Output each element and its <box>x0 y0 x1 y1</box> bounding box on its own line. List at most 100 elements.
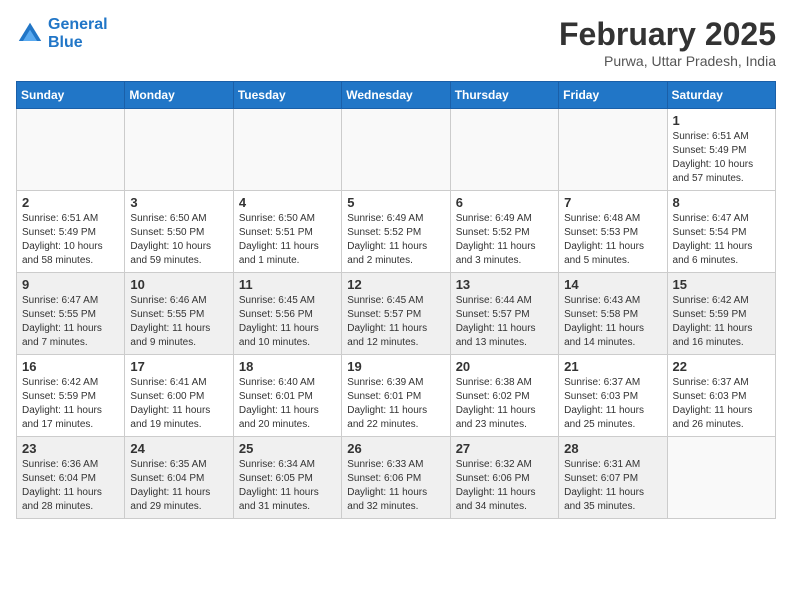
day-info: Sunrise: 6:49 AM Sunset: 5:52 PM Dayligh… <box>347 212 444 268</box>
weekday-header: Thursday <box>450 82 558 109</box>
day-number: 6 <box>456 195 553 210</box>
day-info: Sunrise: 6:50 AM Sunset: 5:50 PM Dayligh… <box>130 212 227 268</box>
calendar-day-cell: 26 Sunrise: 6:33 AM Sunset: 6:06 PM Dayli… <box>342 437 450 519</box>
day-number: 7 <box>564 195 661 210</box>
calendar-day-cell: 21 Sunrise: 6:37 AM Sunset: 6:03 PM Dayli… <box>559 355 667 437</box>
day-info: Sunrise: 6:39 AM Sunset: 6:01 PM Dayligh… <box>347 376 444 432</box>
logo: General Blue <box>16 16 108 51</box>
day-number: 20 <box>456 359 553 374</box>
calendar-day-cell: 2Sunrise: 6:51 AM Sunset: 5:49 PM Daylig… <box>17 191 125 273</box>
calendar-week-row: 9 Sunrise: 6:47 AM Sunset: 5:55 PM Daylig… <box>17 273 776 355</box>
day-number: 24 <box>130 441 227 456</box>
day-number: 14 <box>564 277 661 292</box>
calendar-day-cell: 3 Sunrise: 6:50 AM Sunset: 5:50 PM Daylig… <box>125 191 233 273</box>
calendar-day-cell: 27 Sunrise: 6:32 AM Sunset: 6:06 PM Dayli… <box>450 437 558 519</box>
day-number: 10 <box>130 277 227 292</box>
day-info: Sunrise: 6:36 AM Sunset: 6:04 PM Dayligh… <box>22 458 119 514</box>
day-info: Sunrise: 6:46 AM Sunset: 5:55 PM Dayligh… <box>130 294 227 350</box>
calendar-day-cell: 5Sunrise: 6:49 AM Sunset: 5:52 PM Daylig… <box>342 191 450 273</box>
calendar-week-row: 23 Sunrise: 6:36 AM Sunset: 6:04 PM Dayli… <box>17 437 776 519</box>
day-number: 1 <box>673 113 770 128</box>
title-block: February 2025 Purwa, Uttar Pradesh, Indi… <box>559 16 776 69</box>
weekday-header: Monday <box>125 82 233 109</box>
day-number: 8 <box>673 195 770 210</box>
day-number: 11 <box>239 277 336 292</box>
day-info: Sunrise: 6:47 AM Sunset: 5:54 PM Dayligh… <box>673 212 770 268</box>
calendar-table: SundayMondayTuesdayWednesdayThursdayFrid… <box>16 81 776 519</box>
day-info: Sunrise: 6:50 AM Sunset: 5:51 PM Dayligh… <box>239 212 336 268</box>
day-info: Sunrise: 6:38 AM Sunset: 6:02 PM Dayligh… <box>456 376 553 432</box>
calendar-day-cell <box>233 109 341 191</box>
day-info: Sunrise: 6:49 AM Sunset: 5:52 PM Dayligh… <box>456 212 553 268</box>
day-info: Sunrise: 6:40 AM Sunset: 6:01 PM Dayligh… <box>239 376 336 432</box>
calendar-day-cell: 15 Sunrise: 6:42 AM Sunset: 5:59 PM Dayli… <box>667 273 775 355</box>
calendar-day-cell: 19 Sunrise: 6:39 AM Sunset: 6:01 PM Dayli… <box>342 355 450 437</box>
weekday-header: Saturday <box>667 82 775 109</box>
day-number: 22 <box>673 359 770 374</box>
day-number: 23 <box>22 441 119 456</box>
calendar-day-cell <box>17 109 125 191</box>
day-info: Sunrise: 6:42 AM Sunset: 5:59 PM Dayligh… <box>673 294 770 350</box>
day-info: Sunrise: 6:33 AM Sunset: 6:06 PM Dayligh… <box>347 458 444 514</box>
day-number: 3 <box>130 195 227 210</box>
calendar-day-cell <box>667 437 775 519</box>
calendar-day-cell: 23 Sunrise: 6:36 AM Sunset: 6:04 PM Dayli… <box>17 437 125 519</box>
calendar-day-cell: 13Sunrise: 6:44 AM Sunset: 5:57 PM Dayli… <box>450 273 558 355</box>
weekday-header-row: SundayMondayTuesdayWednesdayThursdayFrid… <box>17 82 776 109</box>
day-info: Sunrise: 6:45 AM Sunset: 5:57 PM Dayligh… <box>347 294 444 350</box>
day-number: 27 <box>456 441 553 456</box>
day-info: Sunrise: 6:45 AM Sunset: 5:56 PM Dayligh… <box>239 294 336 350</box>
weekday-header: Tuesday <box>233 82 341 109</box>
calendar-day-cell: 20 Sunrise: 6:38 AM Sunset: 6:02 PM Dayli… <box>450 355 558 437</box>
day-number: 15 <box>673 277 770 292</box>
day-number: 19 <box>347 359 444 374</box>
weekday-header: Friday <box>559 82 667 109</box>
logo-line2: Blue <box>48 34 108 52</box>
day-number: 21 <box>564 359 661 374</box>
day-info: Sunrise: 6:31 AM Sunset: 6:07 PM Dayligh… <box>564 458 661 514</box>
day-number: 17 <box>130 359 227 374</box>
calendar-week-row: 1 Sunrise: 6:51 AM Sunset: 5:49 PM Daylig… <box>17 109 776 191</box>
calendar-day-cell: 16 Sunrise: 6:42 AM Sunset: 5:59 PM Dayli… <box>17 355 125 437</box>
calendar-day-cell: 1 Sunrise: 6:51 AM Sunset: 5:49 PM Daylig… <box>667 109 775 191</box>
day-number: 13 <box>456 277 553 292</box>
day-info: Sunrise: 6:47 AM Sunset: 5:55 PM Dayligh… <box>22 294 119 350</box>
day-info: Sunrise: 6:37 AM Sunset: 6:03 PM Dayligh… <box>564 376 661 432</box>
day-number: 9 <box>22 277 119 292</box>
day-number: 16 <box>22 359 119 374</box>
calendar-day-cell: 17 Sunrise: 6:41 AM Sunset: 6:00 PM Dayli… <box>125 355 233 437</box>
day-info: Sunrise: 6:51 AM Sunset: 5:49 PM Dayligh… <box>22 212 119 268</box>
calendar-day-cell: 14 Sunrise: 6:43 AM Sunset: 5:58 PM Dayli… <box>559 273 667 355</box>
day-number: 26 <box>347 441 444 456</box>
day-info: Sunrise: 6:51 AM Sunset: 5:49 PM Dayligh… <box>673 130 770 186</box>
weekday-header: Wednesday <box>342 82 450 109</box>
day-info: Sunrise: 6:37 AM Sunset: 6:03 PM Dayligh… <box>673 376 770 432</box>
calendar-day-cell: 25Sunrise: 6:34 AM Sunset: 6:05 PM Dayli… <box>233 437 341 519</box>
calendar-day-cell: 18 Sunrise: 6:40 AM Sunset: 6:01 PM Dayli… <box>233 355 341 437</box>
calendar-day-cell: 9 Sunrise: 6:47 AM Sunset: 5:55 PM Daylig… <box>17 273 125 355</box>
day-info: Sunrise: 6:43 AM Sunset: 5:58 PM Dayligh… <box>564 294 661 350</box>
page-header: General Blue February 2025 Purwa, Uttar … <box>16 16 776 69</box>
day-info: Sunrise: 6:41 AM Sunset: 6:00 PM Dayligh… <box>130 376 227 432</box>
calendar-week-row: 16 Sunrise: 6:42 AM Sunset: 5:59 PM Dayli… <box>17 355 776 437</box>
calendar-day-cell: 12Sunrise: 6:45 AM Sunset: 5:57 PM Dayli… <box>342 273 450 355</box>
calendar-day-cell <box>559 109 667 191</box>
day-info: Sunrise: 6:48 AM Sunset: 5:53 PM Dayligh… <box>564 212 661 268</box>
day-info: Sunrise: 6:42 AM Sunset: 5:59 PM Dayligh… <box>22 376 119 432</box>
calendar-day-cell: 7 Sunrise: 6:48 AM Sunset: 5:53 PM Daylig… <box>559 191 667 273</box>
calendar-day-cell <box>450 109 558 191</box>
day-number: 4 <box>239 195 336 210</box>
calendar-day-cell <box>342 109 450 191</box>
logo-icon <box>16 20 44 48</box>
day-info: Sunrise: 6:32 AM Sunset: 6:06 PM Dayligh… <box>456 458 553 514</box>
calendar-week-row: 2Sunrise: 6:51 AM Sunset: 5:49 PM Daylig… <box>17 191 776 273</box>
logo-line1: General <box>48 16 108 34</box>
calendar-day-cell: 8 Sunrise: 6:47 AM Sunset: 5:54 PM Daylig… <box>667 191 775 273</box>
calendar-day-cell: 10 Sunrise: 6:46 AM Sunset: 5:55 PM Dayli… <box>125 273 233 355</box>
day-info: Sunrise: 6:35 AM Sunset: 6:04 PM Dayligh… <box>130 458 227 514</box>
day-number: 25 <box>239 441 336 456</box>
calendar-day-cell: 22 Sunrise: 6:37 AM Sunset: 6:03 PM Dayli… <box>667 355 775 437</box>
day-number: 18 <box>239 359 336 374</box>
calendar-day-cell: 11 Sunrise: 6:45 AM Sunset: 5:56 PM Dayli… <box>233 273 341 355</box>
day-number: 28 <box>564 441 661 456</box>
